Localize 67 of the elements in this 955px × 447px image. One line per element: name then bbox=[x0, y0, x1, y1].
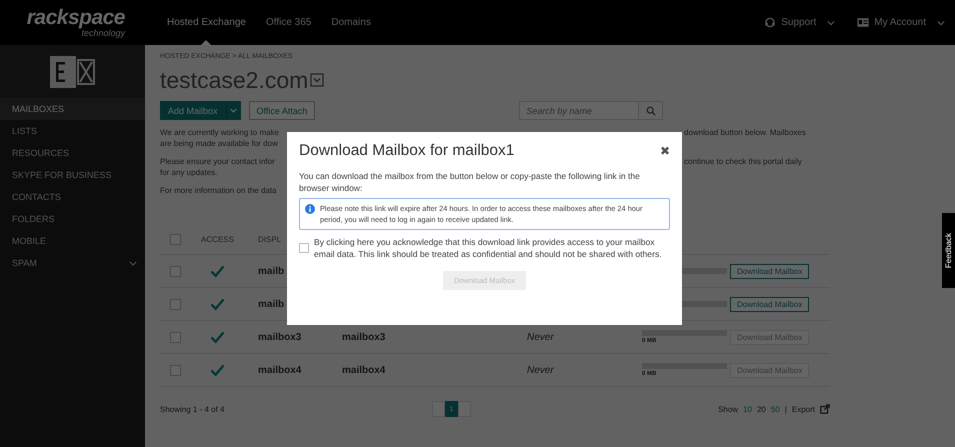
download-mailbox-button[interactable]: Download Mailbox bbox=[730, 296, 810, 312]
chevron-down-icon bbox=[827, 20, 836, 26]
chevron-down-icon bbox=[129, 260, 137, 266]
sidebar-item[interactable]: MOBILE bbox=[0, 230, 145, 252]
notice-text: for any updates. bbox=[160, 167, 218, 178]
next-page-button[interactable] bbox=[458, 401, 471, 417]
sidebar-item[interactable]: SKYPE FOR BUSINESS bbox=[0, 164, 145, 186]
sidebar-item[interactable]: LISTS bbox=[0, 120, 145, 142]
showing-count: Showing 1 - 4 of 4 bbox=[160, 404, 226, 414]
show-label: Show bbox=[718, 404, 738, 414]
search-icon bbox=[646, 106, 656, 116]
acknowledge-text: By clicking here you acknowledge that this download link provides access to your mailbox email data. This link should be treated as confidential and should not be shared with others. bbox=[314, 236, 663, 260]
table-cell: mailbox3 bbox=[258, 332, 302, 342]
table-cell: mailbox4 bbox=[342, 364, 386, 376]
notice-text: Please ensure your contact infor bbox=[160, 156, 276, 167]
nav-tab[interactable]: Hosted Exchange bbox=[157, 0, 256, 45]
support-menu[interactable]: Support bbox=[764, 17, 836, 28]
row-checkbox[interactable] bbox=[170, 298, 181, 310]
office-attach-button[interactable]: Office Attach bbox=[248, 101, 316, 120]
account-menu[interactable]: My Account bbox=[857, 17, 945, 28]
dropdown-button[interactable] bbox=[226, 101, 241, 120]
nav-tab[interactable]: Office 365 bbox=[256, 0, 322, 45]
column-header: ACCESS bbox=[201, 234, 234, 244]
brand-tagline: technology bbox=[81, 28, 125, 38]
table-cell: Never bbox=[527, 332, 554, 342]
table-cell: mailb bbox=[258, 266, 284, 276]
notice-text: download button below. Mailboxes bbox=[684, 127, 807, 138]
page-size-link[interactable]: 10 bbox=[743, 404, 752, 414]
export-icon bbox=[820, 404, 830, 414]
select-all-checkbox[interactable] bbox=[170, 234, 181, 244]
feedback-tab[interactable]: Feedback bbox=[942, 213, 955, 288]
close-button[interactable]: ✖ bbox=[660, 144, 670, 158]
notice-text: continue to check this portal daily bbox=[684, 156, 803, 167]
headset-icon bbox=[764, 17, 776, 28]
row-checkbox[interactable] bbox=[170, 266, 181, 276]
dropdown-icon[interactable] bbox=[310, 73, 324, 87]
page-size-link[interactable]: 50 bbox=[770, 404, 780, 414]
table-cell: mailbox4 bbox=[258, 364, 302, 376]
sidebar-item[interactable]: FOLDERS bbox=[0, 208, 145, 230]
add-mailbox-button[interactable]: Add Mailbox bbox=[160, 101, 226, 120]
nav-tab[interactable]: Domains bbox=[321, 0, 381, 45]
sidebar-item[interactable]: RESOURCES bbox=[0, 142, 145, 164]
table-cell: mailb bbox=[258, 298, 284, 310]
sidebar-item[interactable]: SPAM bbox=[0, 252, 145, 274]
table-cell: mailbox3 bbox=[342, 332, 386, 342]
notice-text: For more information on the data bbox=[160, 185, 278, 196]
modal-text: You can download the mailbox from the button below or copy-paste the following link in the browser window: bbox=[299, 170, 641, 194]
id-card-icon bbox=[857, 17, 870, 28]
notice-text: are being made available for dow bbox=[160, 138, 279, 149]
acknowledge-checkbox[interactable] bbox=[299, 243, 309, 253]
brand-logo-text[interactable]: rackspace bbox=[26, 8, 125, 28]
chevron-down-icon bbox=[937, 20, 945, 26]
table-cell: Never bbox=[527, 364, 554, 376]
chevron-down-icon bbox=[230, 108, 238, 113]
download-mailbox-button[interactable]: Download Mailbox bbox=[730, 264, 810, 278]
notice-text: We are currently working to make bbox=[160, 127, 280, 138]
page-size-link[interactable]: 20 bbox=[756, 404, 766, 414]
export-link[interactable]: Export bbox=[792, 404, 815, 414]
modal-title: Download Mailbox for mailbox1 bbox=[299, 142, 514, 160]
separator-text: | bbox=[784, 404, 787, 414]
info-icon bbox=[305, 204, 315, 214]
previous-page-button[interactable] bbox=[432, 401, 445, 417]
sidebar-item[interactable]: CONTACTS bbox=[0, 186, 145, 208]
domain-title: testcase2.com bbox=[160, 66, 308, 94]
sidebar-item[interactable]: MAILBOXES bbox=[0, 98, 145, 120]
column-header: DISPL bbox=[258, 234, 282, 244]
search-button[interactable] bbox=[639, 101, 664, 120]
